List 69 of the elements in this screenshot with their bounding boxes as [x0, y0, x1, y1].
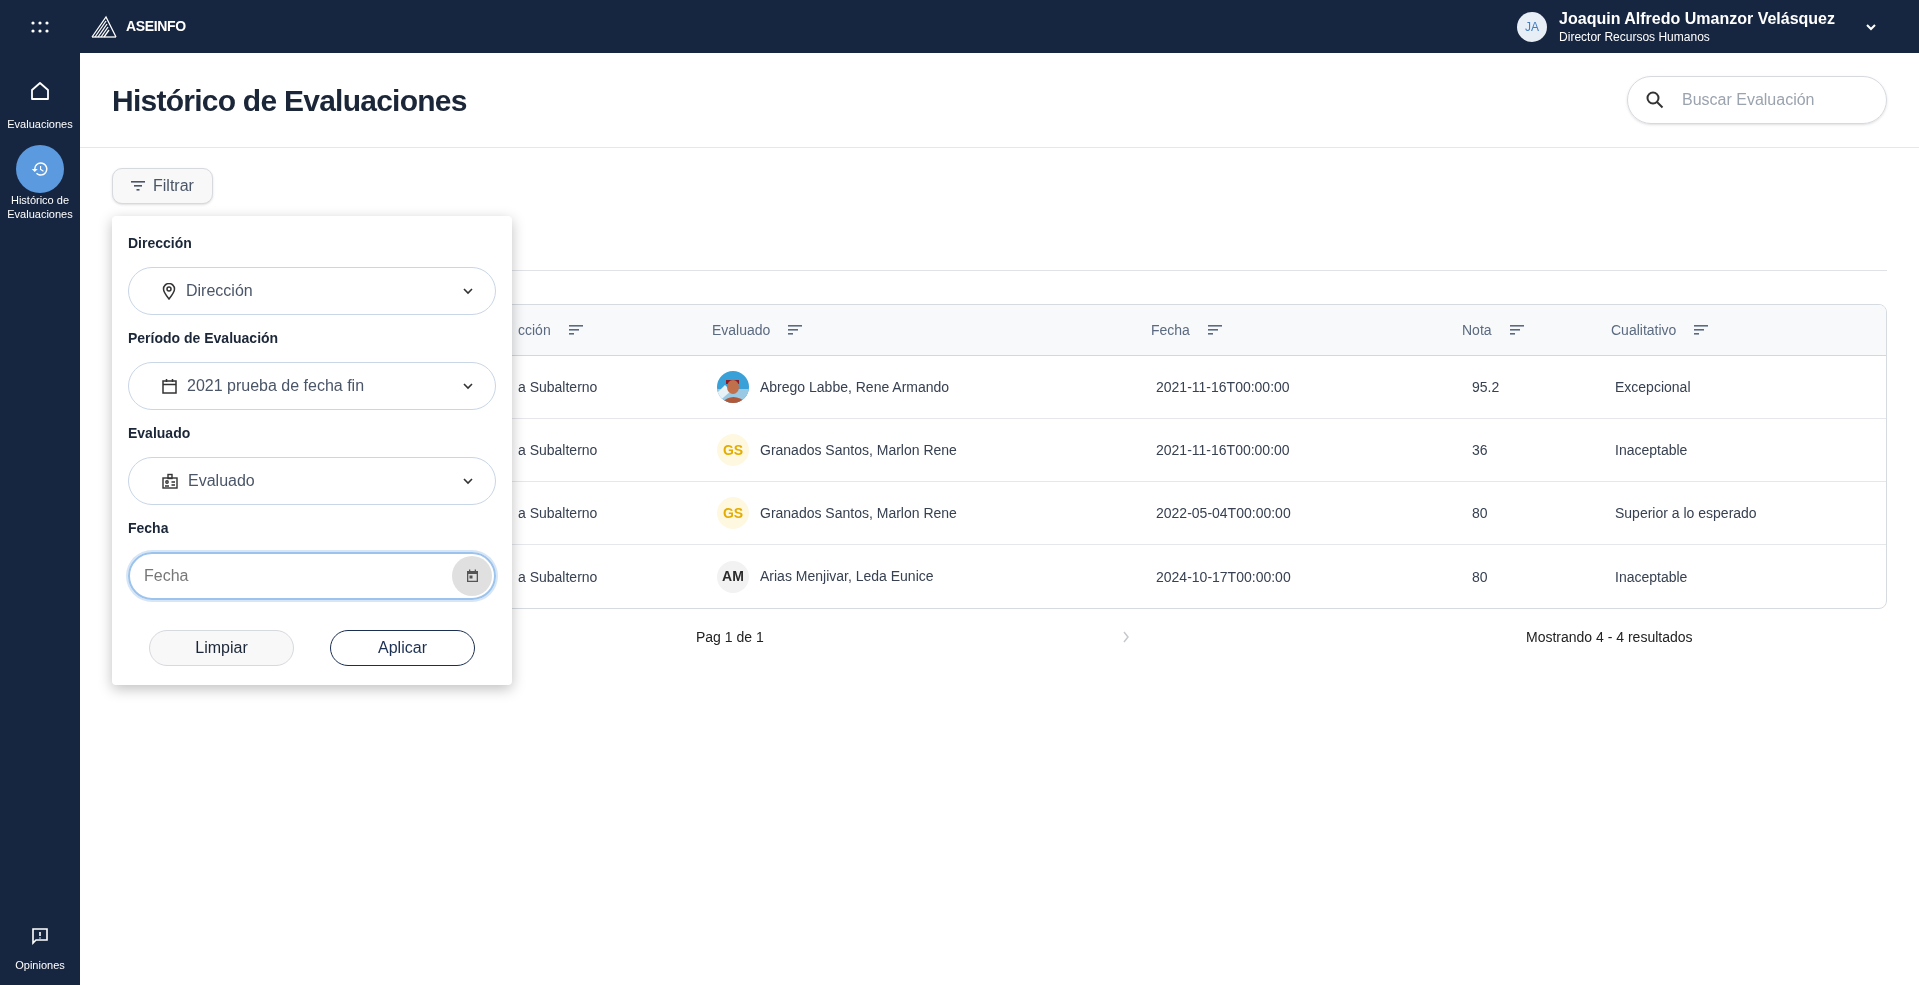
- feedback-icon: [31, 926, 49, 945]
- table-cell: a Subalterno: [518, 505, 598, 521]
- search-icon: [1646, 91, 1664, 109]
- calendar-icon: [465, 569, 479, 583]
- sort-icon[interactable]: [568, 325, 583, 335]
- user-avatar: AM: [717, 560, 749, 593]
- sort-icon[interactable]: [788, 325, 803, 335]
- table-cell: 2021-11-16T00:00:00: [1156, 379, 1290, 395]
- user-avatar: GS: [717, 497, 749, 529]
- table-cell: a Subalterno: [518, 568, 598, 585]
- column-header: cción: [518, 320, 551, 340]
- table-cell: a Subalterno: [518, 379, 598, 395]
- table-cell: 80: [1472, 568, 1488, 585]
- search-input[interactable]: Buscar Evaluación: [1682, 88, 1862, 112]
- table-cell: 36: [1472, 442, 1488, 458]
- id-badge-icon: [162, 473, 178, 489]
- table-cell: 2021-11-16T00:00:00: [1156, 442, 1290, 458]
- field-label: Dirección: [128, 234, 193, 253]
- table-cell: Inaceptable: [1615, 568, 1688, 585]
- page-indicator: Pag 1 de 1: [696, 627, 764, 647]
- user-avatar: JA: [1517, 11, 1548, 42]
- sidebar-item[interactable]: Opiniones: [15, 926, 65, 975]
- filter-button[interactable]: Filtrar: [112, 168, 213, 204]
- history-icon: [31, 160, 49, 178]
- table-cell: Excepcional: [1615, 379, 1691, 395]
- table-cell: Superior a lo esperado: [1615, 505, 1757, 521]
- field-label: Evaluado: [128, 424, 192, 443]
- user-avatar: GS: [717, 434, 749, 466]
- calendar-icon: [162, 378, 177, 394]
- home-icon: [29, 80, 51, 102]
- field-label: Período de Evaluación: [128, 329, 280, 348]
- column-header: Fecha: [1151, 320, 1190, 340]
- table-cell-text: Granados Santos, Marlon Rene: [760, 503, 957, 523]
- user-name: Joaquin Alfredo Umanzor Velásquez: [1559, 8, 1835, 29]
- column-header: Evaluado: [712, 320, 771, 340]
- chevron-down-icon[interactable]: [1865, 22, 1877, 31]
- logo-icon: [90, 14, 118, 39]
- results-summary: Mostrando 4 - 4 resultados: [1526, 627, 1694, 647]
- logo-text: ASEINFO: [126, 17, 186, 36]
- column-header: Nota: [1462, 320, 1492, 340]
- user-role: Director Recursos Humanos: [1559, 28, 1711, 45]
- calendar-button[interactable]: [452, 556, 492, 596]
- apply-button[interactable]: Aplicar: [330, 630, 475, 666]
- table-cell-text: Granados Santos, Marlon Rene: [760, 440, 957, 460]
- sort-icon[interactable]: [1694, 325, 1709, 335]
- field-label: Fecha: [128, 519, 170, 538]
- sort-icon[interactable]: [1207, 325, 1222, 335]
- table-cell: 80: [1472, 505, 1488, 521]
- sort-icon[interactable]: [1509, 325, 1524, 335]
- location-pin-icon: [162, 282, 176, 300]
- column-header: Cualitativo: [1611, 320, 1677, 340]
- table-cell: 2024-10-17T00:00:00: [1156, 568, 1291, 585]
- clear-button[interactable]: Limpiar: [149, 630, 294, 666]
- date-input[interactable]: Fecha: [144, 564, 224, 588]
- table-cell: Inaceptable: [1615, 442, 1688, 458]
- chevron-down-icon: [463, 477, 473, 485]
- table-cell: a Subalterno: [518, 442, 598, 458]
- sidebar-item[interactable]: Evaluaciones: [2, 63, 78, 135]
- date-field[interactable]: Fecha: [128, 552, 496, 600]
- chevron-down-icon: [463, 382, 473, 390]
- table-cell: 2022-05-04T00:00:00: [1156, 505, 1291, 521]
- table-cell-text: Arias Menjivar, Leda Eunice: [760, 567, 934, 586]
- chevron-down-icon: [463, 287, 473, 295]
- sidebar-item[interactable]: Histórico de Evaluaciones: [2, 141, 78, 225]
- apps-icon[interactable]: [30, 19, 50, 34]
- table-cell-text: Abrego Labbe, Rene Armando: [760, 377, 950, 397]
- filter-icon: [131, 181, 145, 191]
- table-cell: 95.2: [1472, 379, 1500, 395]
- page-title: Histórico de Evaluaciones: [112, 82, 467, 119]
